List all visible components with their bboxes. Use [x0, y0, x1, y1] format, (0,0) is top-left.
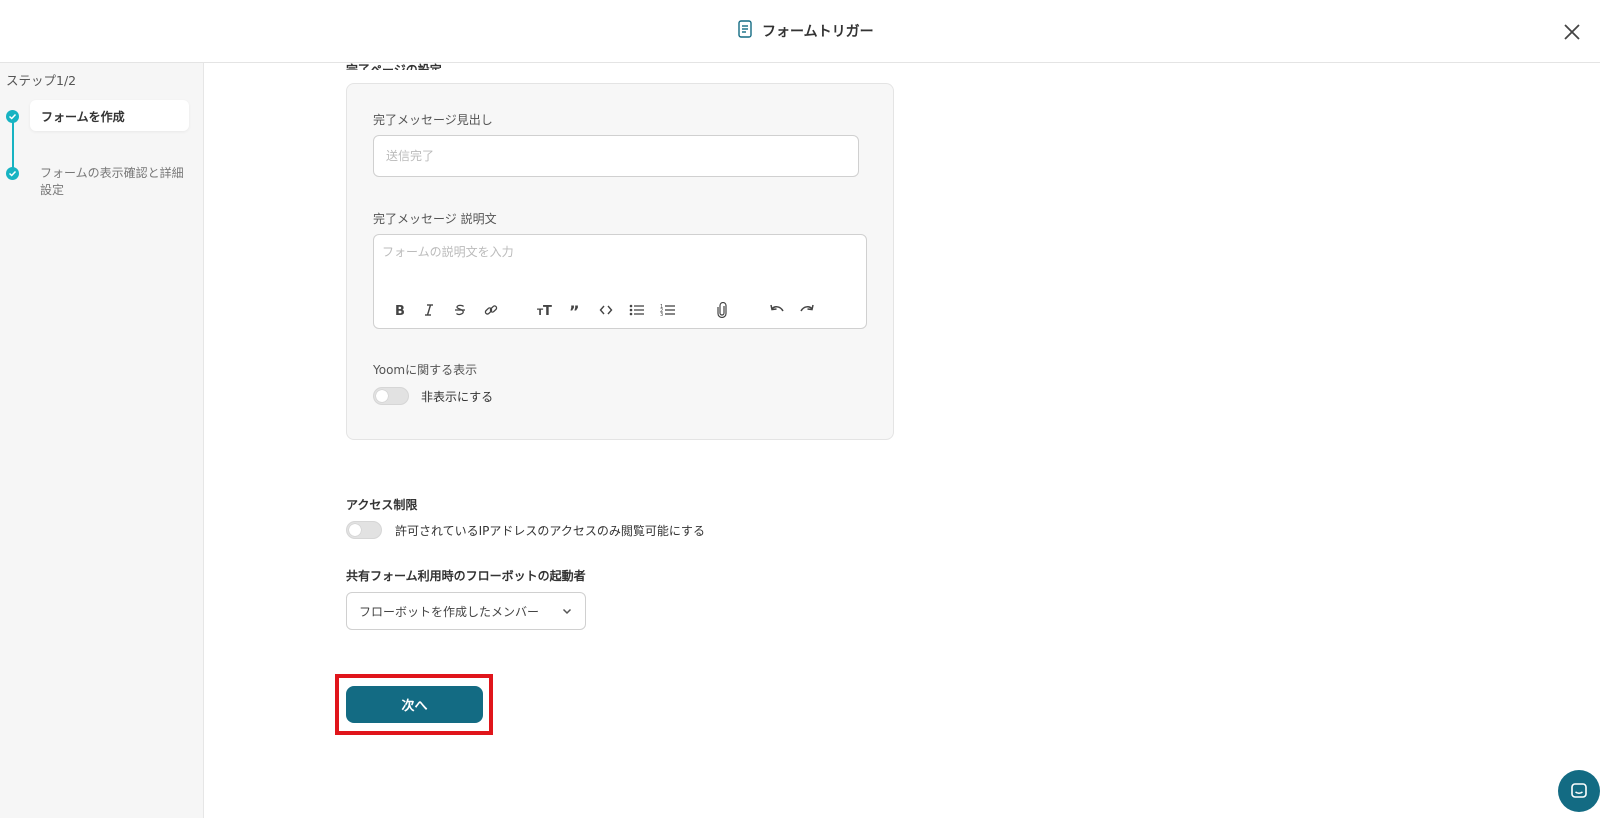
strikethrough-button[interactable]: [449, 299, 471, 321]
step-item-label: フォームの表示確認と詳細設定: [40, 166, 184, 197]
header: フォームトリガー: [0, 0, 1600, 63]
editor-placeholder: フォームの説明文を入力: [382, 245, 514, 259]
step-counter: ステップ1/2: [6, 73, 77, 88]
completion-page-heading: 完了ページの設定: [346, 63, 442, 70]
svg-text:B: B: [395, 304, 405, 317]
step-item-preview-settings[interactable]: フォームの表示確認と詳細設定: [40, 165, 190, 199]
quote-button[interactable]: ”: [564, 299, 586, 321]
yoom-display-label: Yoomに関する表示: [373, 363, 478, 377]
italic-button[interactable]: [418, 299, 440, 321]
quote-icon: ”: [569, 303, 580, 317]
numbered-list-button[interactable]: 1 2 3: [657, 299, 679, 321]
link-icon: [484, 305, 498, 315]
chevron-down-icon: [562, 608, 572, 615]
launcher-select[interactable]: フローボットを作成したメンバー: [346, 592, 586, 630]
next-button[interactable]: 次へ: [346, 686, 483, 723]
bold-icon: B: [395, 304, 405, 317]
completion-title-input[interactable]: [373, 135, 859, 177]
step-check-icon: [6, 167, 19, 180]
bold-button[interactable]: B: [388, 299, 410, 321]
numbered-list-icon: 1 2 3: [660, 304, 675, 317]
shared-form-launcher-heading: 共有フォーム利用時のフローボットの起動者: [346, 569, 586, 583]
redo-icon: [800, 304, 814, 312]
chat-icon: [1571, 783, 1587, 798]
redo-button[interactable]: [796, 299, 818, 321]
bullet-list-button[interactable]: [626, 299, 648, 321]
completion-title-label: 完了メッセージ見出し: [373, 113, 493, 127]
form-scroll-icon: [736, 19, 754, 43]
svg-text:”: ”: [569, 303, 580, 317]
yoom-hide-toggle[interactable]: [373, 387, 409, 405]
link-button[interactable]: [480, 299, 502, 321]
step-item-label: フォームを作成: [41, 110, 125, 124]
heading-button[interactable]: T T: [534, 299, 556, 321]
access-restriction-heading: アクセス制限: [346, 498, 418, 512]
paperclip-icon: [717, 302, 727, 318]
ip-restriction-label: 許可されているIPアドレスのアクセスのみ閲覧可能にする: [395, 524, 705, 538]
svg-text:T: T: [543, 304, 552, 317]
close-icon: [1564, 24, 1580, 40]
code-button[interactable]: [595, 299, 617, 321]
attachment-button[interactable]: [711, 299, 733, 321]
step-sidebar: ステップ1/2 フォームを作成 フォームの表示確認と詳細設定: [0, 63, 204, 818]
ip-restriction-toggle[interactable]: [346, 521, 382, 539]
step-item-create-form[interactable]: フォームを作成: [30, 100, 189, 131]
strikethrough-icon: [455, 304, 465, 316]
close-button[interactable]: [1560, 20, 1584, 44]
chat-support-button[interactable]: [1558, 770, 1600, 812]
header-title-group: フォームトリガー: [736, 19, 874, 43]
italic-icon: [425, 304, 433, 316]
page-title: フォームトリガー: [762, 24, 874, 40]
undo-button[interactable]: [766, 299, 788, 321]
svg-text:3: 3: [660, 312, 663, 317]
yoom-hide-label: 非表示にする: [421, 390, 494, 404]
bullet-list-icon: [629, 304, 644, 316]
code-icon: [599, 305, 613, 315]
undo-icon: [770, 304, 784, 312]
launcher-select-value: フローボットを作成したメンバー: [359, 604, 540, 619]
completion-desc-editor[interactable]: フォームの説明文を入力 B T T ” 1 2 3: [373, 234, 867, 329]
step-check-icon: [6, 110, 19, 123]
heading-icon: T T: [537, 304, 552, 317]
completion-desc-label: 完了メッセージ 説明文: [373, 212, 497, 226]
